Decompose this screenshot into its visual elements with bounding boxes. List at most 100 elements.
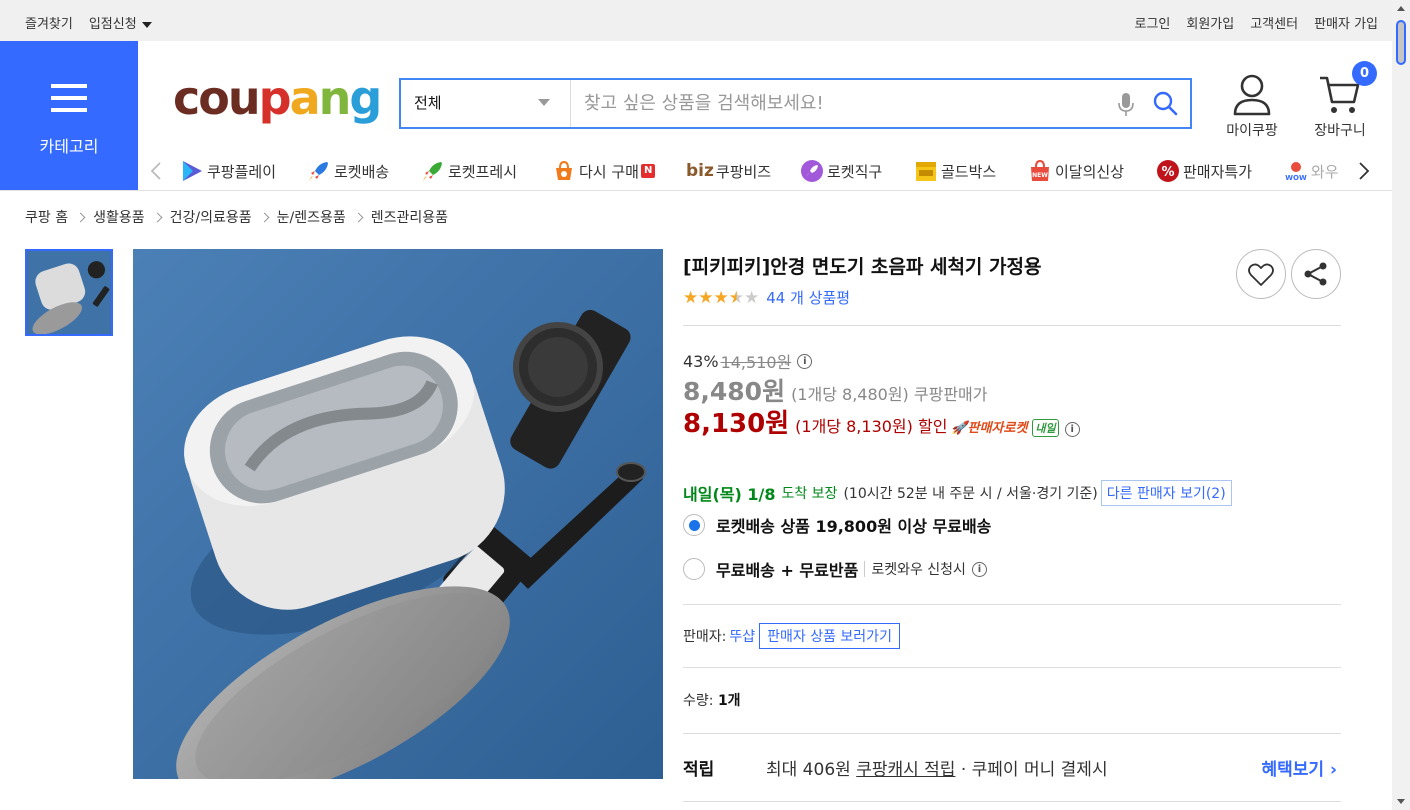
section-divider xyxy=(683,604,1341,605)
product-rating[interactable]: ★ ★ ★ ★ ★ 44 개 상품평 xyxy=(683,287,850,308)
arrival-guarantee: 도착 보장 xyxy=(781,486,838,502)
separator xyxy=(864,561,866,577)
share-icon xyxy=(1304,262,1327,286)
scroll-up-icon[interactable] xyxy=(1397,6,1405,11)
search-bar: 전체 xyxy=(399,78,1192,129)
wishlist-button[interactable] xyxy=(1236,249,1286,299)
service-rocket-delivery[interactable]: 로켓배송 xyxy=(307,158,389,184)
option-sub-label: 로켓와우 신청시 xyxy=(871,562,966,578)
breadcrumb-item[interactable]: 생활용품 xyxy=(93,207,145,227)
rocket-global-icon xyxy=(801,160,823,182)
top-utility-bar: 즐겨찾기 입점신청 로그인 회원가입 고객센터 판매자 가입 xyxy=(0,0,1392,41)
points-label: 적립 xyxy=(683,760,715,780)
seller-signup-link[interactable]: 판매자 가입 xyxy=(1314,13,1378,32)
breadcrumb-item[interactable]: 건강/의료용품 xyxy=(170,207,252,227)
original-price: 14,510원 xyxy=(720,353,792,372)
seller-deal-icon: % xyxy=(1157,160,1179,182)
category-menu-button[interactable]: 카테고리 xyxy=(0,41,138,190)
mycoupang-button[interactable]: 마이쿠팡 xyxy=(1222,72,1282,142)
wow-icon: WOW xyxy=(1285,162,1307,182)
quantity-label: 수량: xyxy=(683,693,714,709)
vertical-scrollbar[interactable] xyxy=(1392,0,1410,810)
breadcrumb-item[interactable]: 렌즈관리용품 xyxy=(371,207,448,227)
coupang-cash-link[interactable]: 쿠팡캐시 적립 xyxy=(856,760,955,780)
product-title: [피키피키]안경 면도기 초음파 세척기 가정용 xyxy=(683,256,1042,278)
product-main-image[interactable] xyxy=(133,249,663,779)
cart-count-badge: 0 xyxy=(1352,61,1377,86)
rocket-seller-badge: 🚀판매자로켓 xyxy=(951,421,1028,436)
coupang-logo[interactable]: coupang xyxy=(173,68,382,128)
user-icon xyxy=(1233,74,1271,116)
category-label: 카테고리 xyxy=(39,137,99,156)
dropdown-arrow-icon xyxy=(538,99,550,106)
delivery-option-free[interactable]: 무료배송 + 무료반품 로켓와우 신청시 i xyxy=(683,557,987,581)
product-thumbnail[interactable] xyxy=(25,249,113,336)
half-star-icon: ★ xyxy=(728,287,744,308)
search-category-select[interactable]: 전체 xyxy=(401,80,571,127)
seller-label: 판매자: xyxy=(683,629,727,645)
review-count[interactable]: 44 개 상품평 xyxy=(766,287,850,308)
breadcrumb-item[interactable]: 눈/렌즈용품 xyxy=(277,207,346,227)
other-sellers-button[interactable]: 다른 판매자 보기(2) xyxy=(1100,480,1232,506)
seller-name[interactable]: 뚜샵 xyxy=(729,626,755,646)
services-bar: 쿠팡플레이 로켓배송 로켓프레시 다시 구매 N biz 쿠팡비즈 로켓직구 골… xyxy=(138,150,1392,190)
service-label: 쿠팡비즈 xyxy=(715,162,772,181)
star-icon: ★ xyxy=(683,287,699,308)
support-link[interactable]: 고객센터 xyxy=(1250,13,1298,32)
goldbox-icon xyxy=(916,162,936,181)
service-rebuy[interactable]: 다시 구매 N xyxy=(552,158,656,184)
service-rocket-fresh[interactable]: 로켓프레시 xyxy=(421,158,517,184)
chevron-right-icon xyxy=(353,212,364,222)
service-label: 골드박스 xyxy=(941,162,997,181)
arrival-note: (10시간 52분 내 주문 시 / 서울·경기 기준) xyxy=(843,486,1098,502)
chevron-right-icon xyxy=(259,212,270,222)
apply-link[interactable]: 입점신청 xyxy=(89,13,152,32)
info-icon[interactable]: i xyxy=(797,353,813,369)
section-divider xyxy=(683,667,1341,668)
service-coupang-play[interactable]: 쿠팡플레이 xyxy=(180,158,276,184)
seller-info: 판매자: 뚜샵 판매자 상품 보러가기 xyxy=(683,623,900,649)
login-link[interactable]: 로그인 xyxy=(1134,13,1170,32)
service-wow[interactable]: WOW 와우 xyxy=(1284,158,1339,184)
service-monthly-new[interactable]: NEW 이달의신상 xyxy=(1028,158,1124,184)
benefits-link[interactable]: 혜택보기 › xyxy=(1262,755,1337,780)
chevron-right-icon[interactable] xyxy=(1358,162,1370,180)
rebuy-icon xyxy=(556,160,572,180)
apply-label: 입점신청 xyxy=(88,17,137,32)
cart-label: 장바구니 xyxy=(1314,123,1366,139)
delivery-option-rocket[interactable]: 로켓배송 상품 19,800원 이상 무료배송 xyxy=(683,513,991,537)
service-label: 쿠팡플레이 xyxy=(207,162,277,181)
service-label: 판매자특가 xyxy=(1183,162,1253,181)
info-icon[interactable]: i xyxy=(1064,422,1080,437)
play-icon xyxy=(183,161,202,181)
info-icon[interactable]: i xyxy=(971,561,987,577)
microphone-icon[interactable] xyxy=(1108,80,1144,127)
radio-unselected[interactable] xyxy=(683,558,705,580)
service-coupang-biz[interactable]: biz 쿠팡비즈 xyxy=(686,158,771,184)
service-label: 로켓프레시 xyxy=(448,162,518,181)
search-icon[interactable] xyxy=(1144,80,1190,127)
breadcrumb-item[interactable]: 쿠팡 홈 xyxy=(25,207,68,227)
service-rocket-global[interactable]: 로켓직구 xyxy=(800,158,882,184)
service-seller-deal[interactable]: % 판매자특가 xyxy=(1156,158,1252,184)
option-label: 무료배송 + 무료반품 xyxy=(716,561,859,580)
tomorrow-badge: 내일 xyxy=(1032,419,1059,437)
scroll-thumb[interactable] xyxy=(1396,20,1406,65)
seller-products-button[interactable]: 판매자 상품 보러가기 xyxy=(759,623,900,649)
final-price-unit: (1개당 8,130원) 할인 xyxy=(795,417,948,436)
arrival-info: 내일(목) 1/8 도착 보장 (10시간 52분 내 주문 시 / 서울·경기… xyxy=(683,480,1232,506)
bookmark-link[interactable]: 즐겨찾기 xyxy=(25,13,73,32)
radio-selected[interactable] xyxy=(683,514,705,536)
svg-text:WOW: WOW xyxy=(1285,174,1307,182)
chevron-right-icon xyxy=(75,212,86,222)
service-goldbox[interactable]: 골드박스 xyxy=(914,158,996,184)
search-input[interactable] xyxy=(571,80,1108,127)
final-price: 8,130원 xyxy=(683,409,790,439)
mycoupang-label: 마이쿠팡 xyxy=(1226,123,1278,139)
hamburger-icon xyxy=(51,84,87,114)
service-label: 다시 구매 xyxy=(579,162,639,181)
share-button[interactable] xyxy=(1291,249,1341,299)
signup-link[interactable]: 회원가입 xyxy=(1186,13,1234,32)
rocket-fresh-icon xyxy=(423,162,442,181)
scroll-down-icon[interactable] xyxy=(1397,799,1405,804)
